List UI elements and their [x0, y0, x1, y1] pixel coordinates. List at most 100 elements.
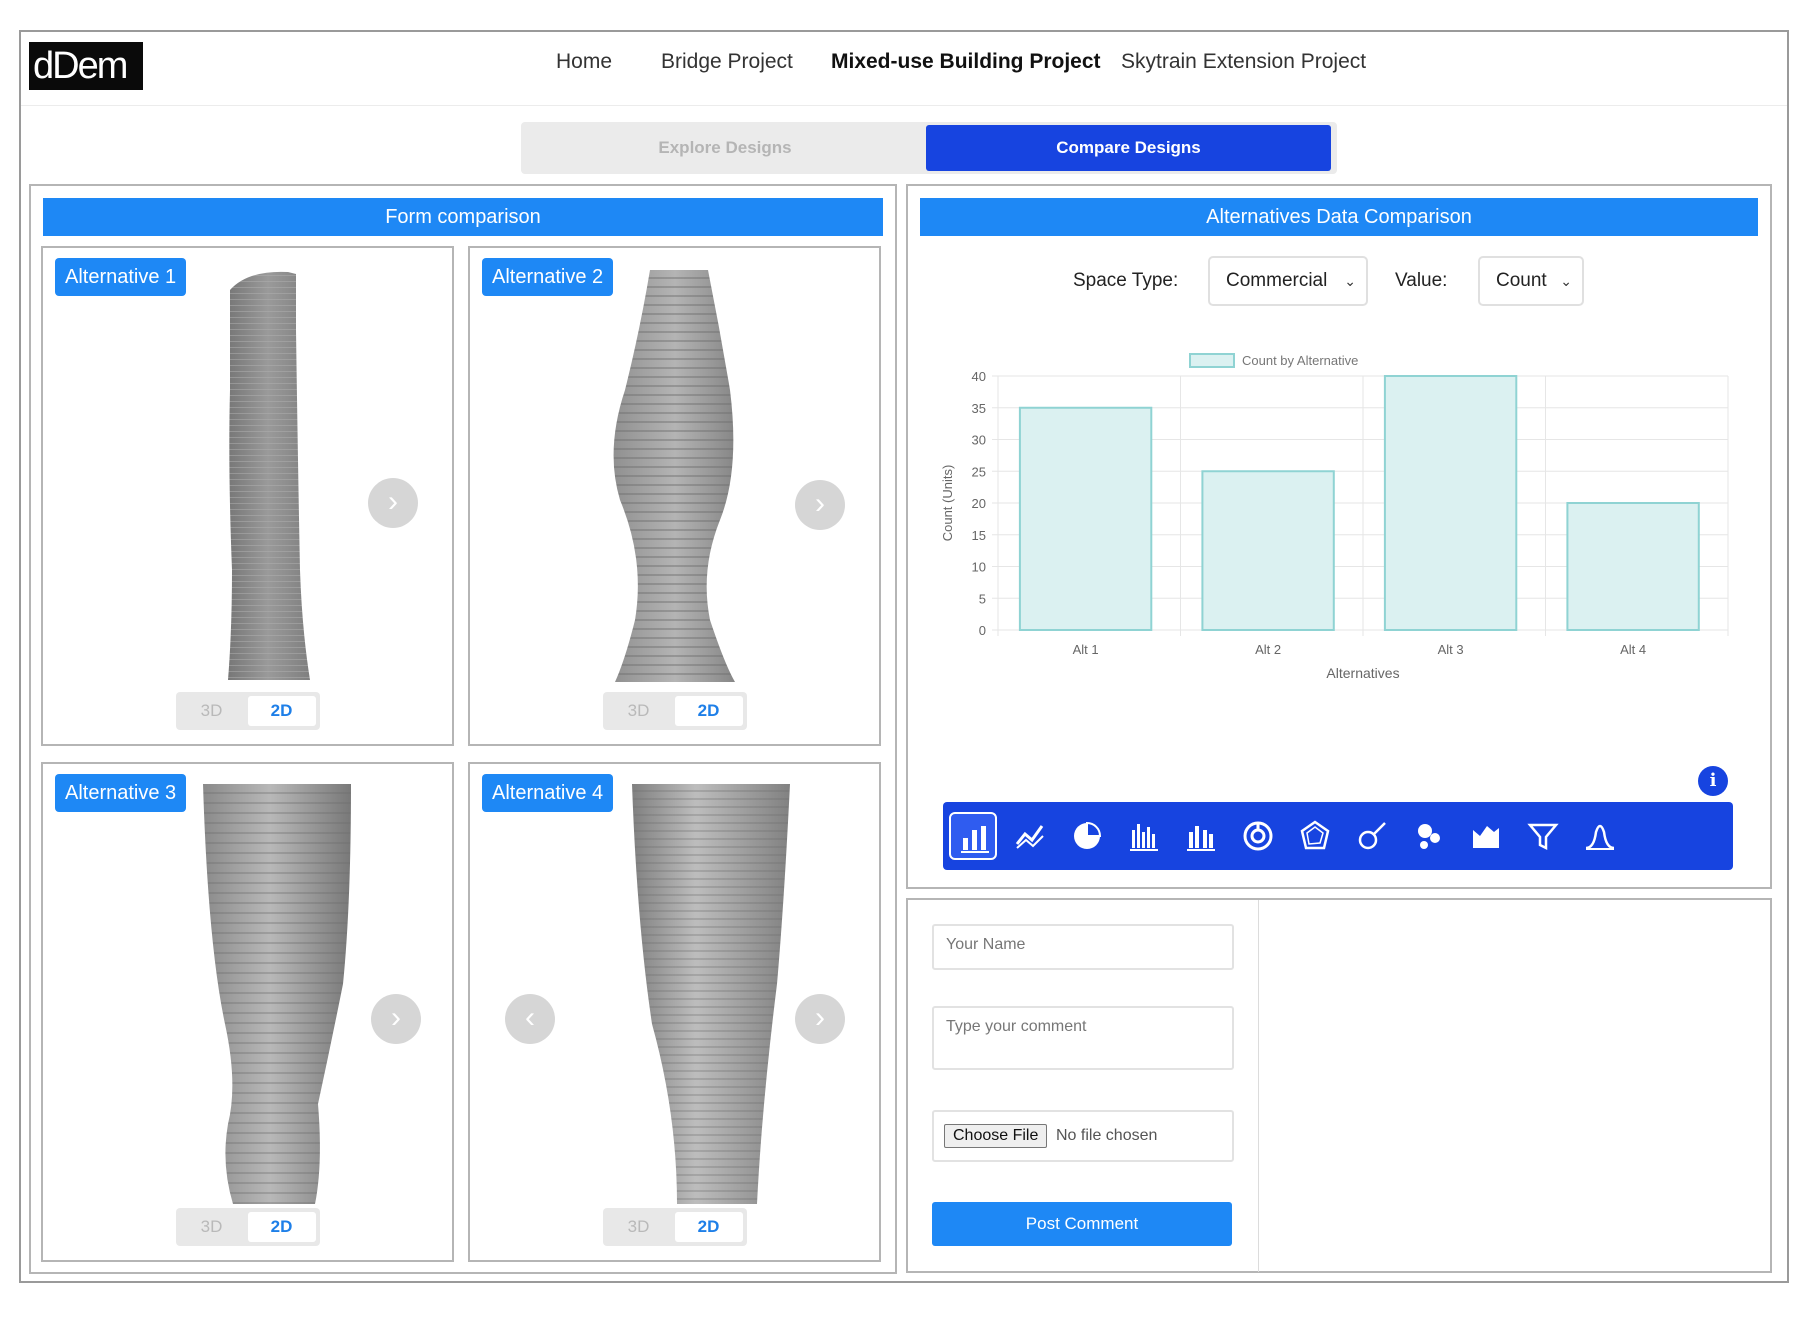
view-3d-button[interactable]: 3D	[176, 692, 248, 730]
histogram-button[interactable]	[1120, 812, 1168, 860]
alternative-card-4: ‹ › 3D 2D Alternative 4	[468, 762, 881, 1262]
comment-textarea[interactable]: Type your comment	[932, 1006, 1234, 1070]
bar-alt-1	[1018, 406, 1153, 631]
chevron-left-icon: ‹	[525, 1001, 535, 1034]
y-tick-label: 35	[972, 401, 986, 416]
radar-chart-icon	[1300, 820, 1330, 850]
nav-home[interactable]: Home	[556, 32, 612, 92]
y-tick-label: 15	[972, 528, 986, 543]
comments-panel: Your Name Type your comment Choose File …	[906, 898, 1772, 1273]
data-comparison-title: Alternatives Data Comparison	[920, 198, 1758, 236]
bar-alt-2	[1201, 470, 1335, 631]
value-label: Value:	[1395, 270, 1448, 291]
bubble-chart-icon	[1418, 824, 1440, 849]
line-chart-button[interactable]	[1006, 812, 1054, 860]
x-tick-label: Alt 1	[1073, 642, 1099, 657]
info-icon[interactable]: i	[1698, 766, 1728, 796]
view-2d-button[interactable]: 2D	[674, 696, 743, 726]
grouped-bar-icon	[1187, 826, 1215, 851]
bar-alt-3	[1383, 375, 1518, 631]
view-3d-button[interactable]: 3D	[603, 1208, 675, 1246]
y-tick-label: 25	[972, 464, 986, 479]
radar-chart-button[interactable]	[1291, 812, 1339, 860]
tower-model-alt-4[interactable]	[632, 784, 792, 1204]
space-type-select[interactable]: Commercial ⌄	[1208, 256, 1368, 306]
legend-label: Count by Alternative	[1242, 353, 1358, 368]
scatter-chart-button[interactable]	[1348, 812, 1396, 860]
next-arrow-alt-3[interactable]: ›	[371, 994, 421, 1044]
alternative-label: Alternative 1	[55, 258, 187, 296]
next-arrow-alt-2[interactable]: ›	[795, 480, 845, 530]
alternative-card-2: › 3D 2D Alternative 2	[468, 246, 881, 746]
y-tick-label: 10	[972, 560, 986, 575]
area-chart-button[interactable]	[1462, 812, 1510, 860]
view-toggle-alt-1: 3D 2D	[175, 692, 320, 730]
top-navbar: dDem Home Bridge Project Mixed-use Build…	[21, 32, 1787, 106]
y-tick-label: 5	[979, 591, 986, 606]
file-status-text: No file chosen	[1056, 1127, 1158, 1144]
grouped-bar-button[interactable]	[1177, 812, 1225, 860]
chevron-down-icon: ⌄	[1344, 273, 1356, 289]
nav-bridge-project[interactable]: Bridge Project	[661, 32, 793, 92]
view-toggle-alt-2: 3D 2D	[602, 692, 747, 730]
file-upload-field: Choose File No file chosen	[932, 1110, 1234, 1162]
tower-model-alt-1[interactable]	[218, 270, 318, 682]
choose-file-button[interactable]: Choose File	[944, 1124, 1048, 1148]
view-toggle-alt-3: 3D 2D	[175, 1208, 320, 1246]
donut-chart-icon	[1243, 821, 1273, 851]
line-chart-icon	[1015, 825, 1044, 849]
area-chart-icon	[1473, 826, 1499, 848]
scatter-chart-icon	[1358, 822, 1386, 850]
bar-chart-icon	[961, 826, 989, 853]
view-2d-button[interactable]: 2D	[247, 1212, 316, 1242]
chevron-down-icon: ⌄	[1560, 273, 1572, 289]
tower-model-alt-3[interactable]	[203, 784, 353, 1204]
legend-swatch	[1189, 353, 1235, 368]
bubble-chart-button[interactable]	[1405, 812, 1453, 860]
form-comparison-panel: Form comparison › 3D 2D Alternative 1 › …	[29, 184, 897, 1274]
view-3d-button[interactable]: 3D	[176, 1208, 248, 1246]
distribution-chart-icon	[1585, 824, 1615, 850]
bar-chart-button[interactable]	[949, 812, 997, 860]
name-input[interactable]: Your Name	[932, 924, 1234, 970]
histogram-icon	[1130, 824, 1158, 851]
x-tick-label: Alt 4	[1620, 642, 1646, 657]
view-2d-button[interactable]: 2D	[674, 1212, 743, 1242]
prev-arrow-alt-4[interactable]: ‹	[505, 994, 555, 1044]
explore-designs-button[interactable]: Explore Designs	[521, 122, 929, 174]
post-comment-button[interactable]: Post Comment	[932, 1202, 1232, 1246]
tower-model-alt-2[interactable]	[600, 270, 750, 682]
y-tick-label: 20	[972, 496, 986, 511]
next-arrow-alt-4[interactable]: ›	[795, 994, 845, 1044]
value-select-value: Count	[1496, 270, 1547, 291]
alternative-card-1: › 3D 2D Alternative 1	[41, 246, 454, 746]
funnel-chart-icon	[1527, 823, 1559, 851]
pie-chart-button[interactable]	[1063, 812, 1111, 860]
view-3d-button[interactable]: 3D	[603, 692, 675, 730]
x-tick-label: Alt 3	[1438, 642, 1464, 657]
view-2d-button[interactable]: 2D	[247, 696, 316, 726]
bar-chart: Count by Alternative 0 5 10 15 20 25 30 35 40 Alt …	[940, 353, 1729, 681]
y-tick-label: 40	[972, 369, 986, 384]
bar-alt-4	[1566, 502, 1700, 631]
distribution-chart-button[interactable]	[1576, 812, 1624, 860]
value-select[interactable]: Count ⌄	[1478, 256, 1584, 306]
app-frame: dDem Home Bridge Project Mixed-use Build…	[19, 30, 1789, 1283]
x-axis-title: Alternatives	[1326, 665, 1399, 681]
chevron-right-icon: ›	[815, 487, 825, 520]
donut-chart-button[interactable]	[1234, 812, 1282, 860]
compare-designs-button[interactable]: Compare Designs	[926, 125, 1331, 171]
nav-skytrain-extension-project[interactable]: Skytrain Extension Project	[1121, 32, 1366, 92]
chevron-right-icon: ›	[391, 1001, 401, 1034]
chart-type-toolbar	[943, 802, 1733, 870]
space-type-label: Space Type:	[1073, 270, 1179, 291]
space-type-value: Commercial	[1226, 270, 1328, 291]
next-arrow-alt-1[interactable]: ›	[368, 478, 418, 528]
form-comparison-title: Form comparison	[43, 198, 883, 236]
alternative-label: Alternative 2	[482, 258, 614, 296]
data-comparison-panel: Alternatives Data Comparison Space Type:…	[906, 184, 1772, 889]
nav-mixed-use-building-project[interactable]: Mixed-use Building Project	[831, 32, 1101, 92]
y-tick-label: 0	[979, 623, 986, 638]
app-logo[interactable]: dDem	[29, 42, 143, 90]
funnel-chart-button[interactable]	[1519, 812, 1567, 860]
